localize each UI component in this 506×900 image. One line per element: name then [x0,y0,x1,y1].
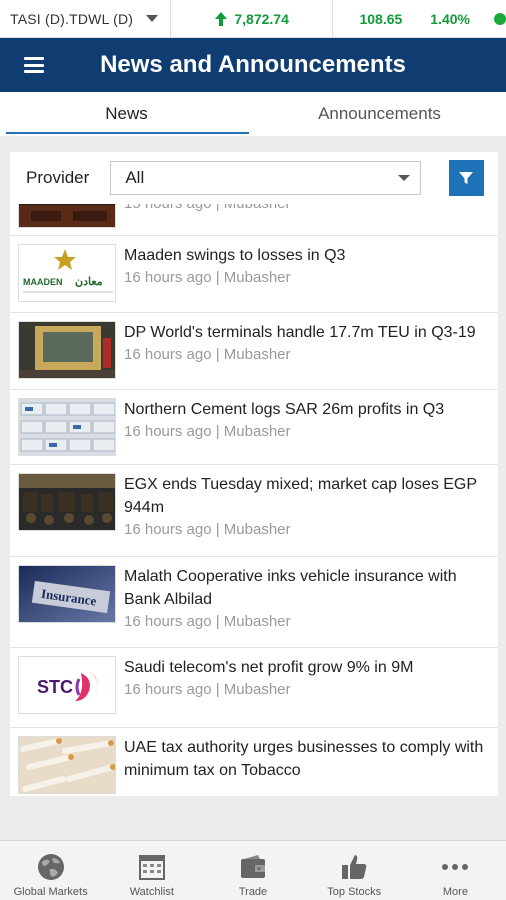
nav-label: Top Stocks [327,886,382,898]
symbol-label: TASI (D).TDWL (D) [10,10,134,27]
news-thumbnail [18,204,116,228]
news-item[interactable]: MAADEN معادن Maaden swings to losses in … [10,236,498,313]
arrow-up-icon [215,11,228,26]
nav-watchlist[interactable]: Watchlist [101,841,202,900]
nav-more[interactable]: More [405,841,506,900]
tab-announcements[interactable]: Announcements [253,92,506,136]
filter-button[interactable] [448,160,484,196]
calendar-grid-icon [138,855,165,880]
thumbs-up-icon [342,855,367,879]
market-status-dot [494,12,506,25]
news-headline: UAE tax authority urges businesses to co… [124,739,484,779]
news-item[interactable]: STC Saudi telecom's net profit grow 9% i… [10,648,498,728]
nav-global-markets[interactable]: Global Markets [0,841,101,900]
symbol-selector[interactable]: TASI (D).TDWL (D) [0,0,171,37]
change-value: 108.65 [359,10,403,27]
nav-top-stocks[interactable]: Top Stocks [304,841,405,900]
tab-bar: News Announcements [0,92,506,136]
nav-trade[interactable]: Trade [202,841,303,900]
provider-filter: Provider All [10,152,498,204]
chevron-down-icon [145,15,158,22]
provider-select[interactable]: All [110,161,421,195]
change-percent: 1.40% [430,10,470,27]
news-meta: 16 hours ago | Mubasher [124,681,291,698]
news-meta: 16 hours ago | Mubasher [124,423,291,440]
news-meta: 16 hours ago | Mubasher [124,269,291,286]
bottom-nav: Global Markets Watchlist Trade Top Stock… [0,840,506,900]
hamburger-icon[interactable] [24,57,44,73]
news-headline: Maaden swings to losses in Q3 [124,247,346,264]
chevron-down-icon [397,175,410,181]
news-headline: DP World's terminals handle 17.7m TEU in… [124,324,476,341]
page-title: News and Announcements [100,51,406,78]
provider-label: Provider [26,168,90,187]
news-thumbnail [18,398,116,456]
news-item[interactable]: Insurance Malath Cooperative inks vehicl… [10,557,498,648]
news-thumbnail [18,321,116,379]
news-thumbnail [18,473,116,531]
news-thumbnail: STC [18,656,116,714]
svg-text:STC: STC [37,677,73,697]
news-meta: 16 hours ago | Mubasher [124,521,291,538]
nav-label: Watchlist [129,886,174,898]
news-meta: 16 hours ago | Mubasher [124,346,291,363]
news-thumbnail: MAADEN معادن [18,244,116,302]
wallet-icon [241,855,265,878]
ticker-bar: TASI (D).TDWL (D) 7,872.74 108.65 1.40% [0,0,506,38]
news-meta: 16 hours ago | Mubasher [124,613,291,630]
news-item[interactable]: 15 hours ago | Mubasher [10,204,498,236]
index-value-text: 7,872.74 [234,10,289,27]
index-change: 108.65 1.40% [333,0,506,37]
more-dots-icon [442,864,469,870]
svg-text:معادن: معادن [75,276,103,288]
index-value: 7,872.74 [171,0,334,37]
news-item[interactable]: UAE tax authority urges businesses to co… [10,728,498,796]
svg-text:MAADEN: MAADEN [23,277,63,287]
tab-news[interactable]: News [0,92,253,136]
news-thumbnail [18,736,116,794]
news-headline: Saudi telecom's net profit grow 9% in 9M [124,659,414,676]
app-header: News and Announcements [0,38,506,92]
provider-selected-value: All [125,168,145,187]
news-card: Provider All MAADEN معادن Maaden swings … [10,152,498,796]
news-headline: Malath Cooperative inks vehicle insuranc… [124,568,457,608]
nav-label: More [442,886,468,898]
filter-icon [459,172,474,184]
nav-label: Trade [238,886,268,898]
news-headline: EGX ends Tuesday mixed; market cap loses… [124,476,477,516]
news-item[interactable]: DP World's terminals handle 17.7m TEU in… [10,313,498,390]
news-headline: Northern Cement logs SAR 26m profits in … [124,401,445,418]
news-item[interactable]: Northern Cement logs SAR 26m profits in … [10,390,498,465]
globe-icon [37,854,64,880]
news-item[interactable]: EGX ends Tuesday mixed; market cap loses… [10,465,498,557]
news-list[interactable]: 15 hours ago | Mubasher MAADEN معادن Maa… [10,204,498,796]
news-thumbnail: Insurance [18,565,116,623]
nav-label: Global Markets [13,886,88,898]
news-meta: 15 hours ago | Mubasher [124,204,291,212]
